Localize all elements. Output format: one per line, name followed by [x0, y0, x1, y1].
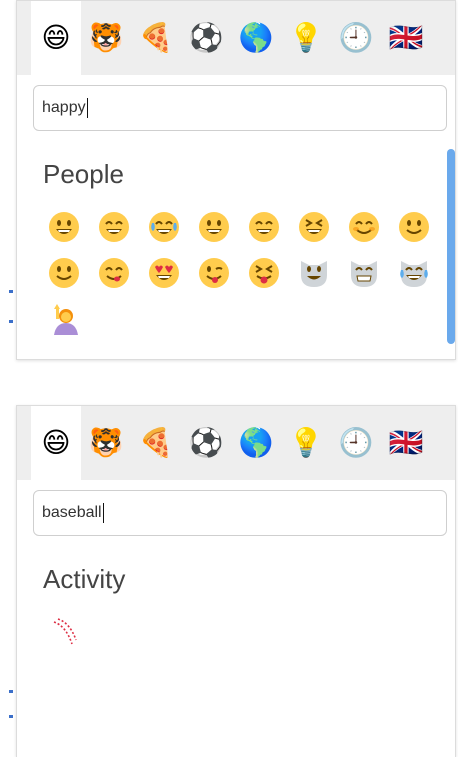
tab-animals[interactable]: 🐯: [81, 1, 131, 75]
smileys-icon: 😄: [41, 426, 71, 459]
category-tabs: 😄 🐯 🍕 ⚽ 🌎 💡 🕘 🇬🇧: [17, 406, 455, 480]
text-caret: [86, 98, 88, 118]
tab-animals[interactable]: 🐯: [81, 406, 131, 480]
edge-mark: [9, 320, 13, 323]
tab-travel[interactable]: 🌎: [231, 406, 281, 480]
category-tabs: 😄 🐯 🍕 ⚽ 🌎 💡 🕘 🇬🇧: [17, 1, 455, 75]
joy-emoji-icon[interactable]: [139, 204, 189, 250]
emoji-picker-happy: 😄 🐯 🍕 ⚽ 🌎 💡 🕘 🇬🇧 happy People: [16, 0, 456, 360]
results-area: [39, 204, 439, 342]
emoji-picker-baseball: 😄 🐯 🍕 ⚽ 🌎 💡 🕘 🇬🇧 baseball Activity: [16, 405, 456, 757]
flags-icon: 🇬🇧: [388, 426, 424, 459]
page: 😄 🐯 🍕 ⚽ 🌎 💡 🕘 🇬🇧 happy People 😄 🐯 🍕 ⚽ 🌎 …: [0, 0, 458, 757]
flags-icon: 🇬🇧: [388, 21, 424, 54]
food-icon: 🍕: [138, 21, 174, 54]
results-area: [39, 609, 439, 655]
animals-icon: 🐯: [88, 426, 124, 459]
blush-emoji-icon[interactable]: [339, 204, 389, 250]
smiley-emoji-icon[interactable]: [189, 204, 239, 250]
category-title: People: [43, 159, 124, 189]
scrollbar[interactable]: [447, 149, 455, 344]
edge-mark: [9, 290, 13, 293]
objects-icon: 💡: [288, 21, 324, 54]
tab-objects[interactable]: 💡: [281, 406, 331, 480]
category-title: Activity: [43, 564, 126, 594]
activity-icon: ⚽: [188, 426, 224, 459]
tab-recent[interactable]: 🕘: [331, 406, 381, 480]
tab-activity[interactable]: ⚽: [181, 406, 231, 480]
tab-activity[interactable]: ⚽: [181, 1, 231, 75]
tab-smileys[interactable]: 😄: [31, 406, 81, 480]
stuck-out-tongue-winking-emoji-icon[interactable]: [189, 250, 239, 296]
tab-flags[interactable]: 🇬🇧: [381, 406, 431, 480]
activity-icon: ⚽: [188, 21, 224, 54]
slightly-smiling-emoji-icon[interactable]: [389, 204, 439, 250]
tab-smileys[interactable]: 😄: [31, 1, 81, 75]
tab-travel[interactable]: 🌎: [231, 1, 281, 75]
objects-icon: 💡: [288, 426, 324, 459]
food-icon: 🍕: [138, 426, 174, 459]
search-value: baseball: [42, 504, 102, 521]
grinning-smiling-eyes-emoji-icon[interactable]: [89, 204, 139, 250]
baseball-emoji-icon[interactable]: [39, 609, 89, 655]
tab-food[interactable]: 🍕: [131, 1, 181, 75]
edge-mark: [9, 715, 13, 718]
travel-icon: 🌎: [238, 21, 274, 54]
recent-icon: 🕘: [338, 426, 374, 459]
recent-icon: 🕘: [338, 21, 374, 54]
text-caret: [102, 503, 104, 523]
emoji-grid: [39, 204, 439, 342]
travel-icon: 🌎: [238, 426, 274, 459]
tab-recent[interactable]: 🕘: [331, 1, 381, 75]
smiley-cat-emoji-icon[interactable]: [289, 250, 339, 296]
laughing-emoji-icon[interactable]: [289, 204, 339, 250]
smileys-icon: 😄: [41, 21, 71, 54]
yum-emoji-icon[interactable]: [89, 250, 139, 296]
tab-flags[interactable]: 🇬🇧: [381, 1, 431, 75]
search-input[interactable]: baseball: [33, 490, 447, 536]
emoji-grid: [39, 609, 439, 655]
search-value: happy: [42, 99, 86, 116]
heart-eyes-emoji-icon[interactable]: [139, 250, 189, 296]
smile-emoji-icon[interactable]: [239, 204, 289, 250]
raising-hand-emoji-icon[interactable]: [39, 296, 89, 342]
grinning-face-emoji-icon[interactable]: [39, 204, 89, 250]
joy-cat-emoji-icon[interactable]: [389, 250, 439, 296]
stuck-out-tongue-closed-emoji-icon[interactable]: [239, 250, 289, 296]
search-input[interactable]: happy: [33, 85, 447, 131]
tab-food[interactable]: 🍕: [131, 406, 181, 480]
animals-icon: 🐯: [88, 21, 124, 54]
tab-objects[interactable]: 💡: [281, 1, 331, 75]
smile-cat-emoji-icon[interactable]: [339, 250, 389, 296]
relaxed-emoji-icon[interactable]: [39, 250, 89, 296]
edge-mark: [9, 690, 13, 693]
